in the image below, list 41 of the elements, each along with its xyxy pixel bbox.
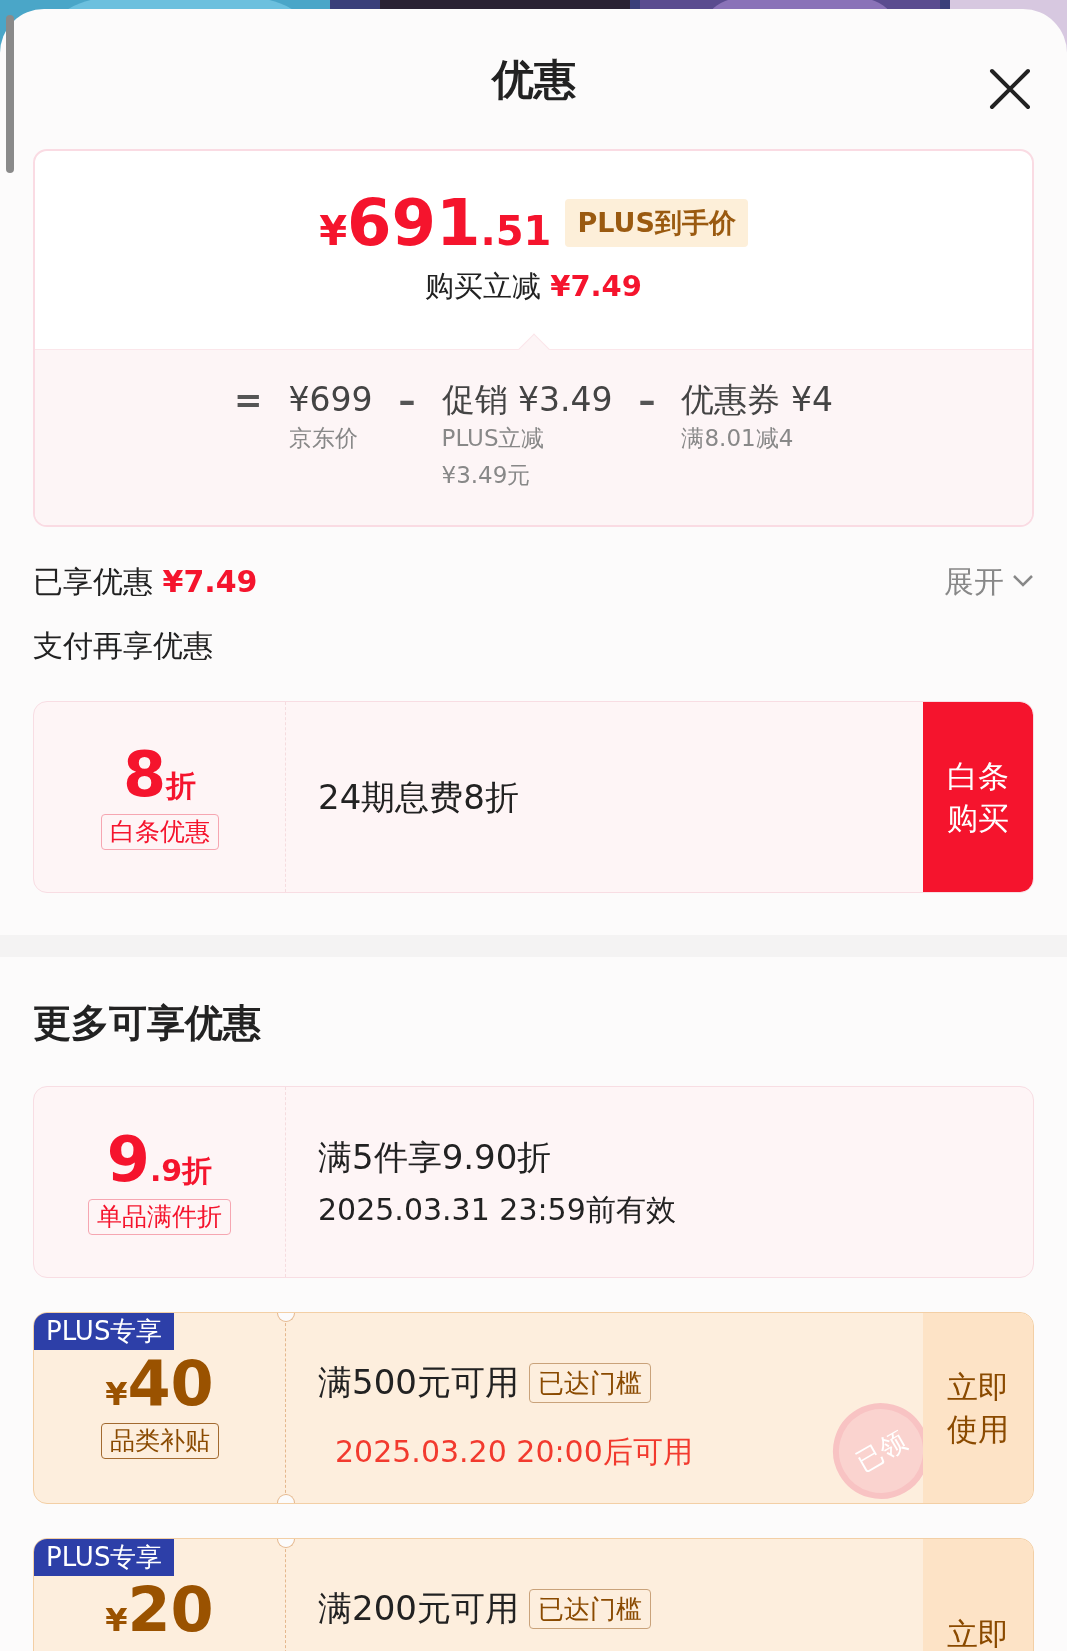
offer-tag: 单品满件折 <box>88 1199 231 1235</box>
offer-value: 9.9折 <box>106 1129 213 1191</box>
offer-action-button[interactable]: 白条 购买 <box>923 702 1033 892</box>
breakdown-amount: ¥699 <box>288 380 373 420</box>
section-title: 更多可享优惠 <box>33 1000 262 1047</box>
threshold-tag: 已达门槛 <box>528 1588 651 1629</box>
offer-value: ¥20 <box>105 1579 214 1641</box>
sheet-title: 优惠 <box>491 53 576 106</box>
offer-tag: 品类补贴 <box>100 1423 219 1459</box>
breakdown-note: 满8.01减4 <box>681 424 795 453</box>
offer-title: 满500元可用 <box>318 1361 519 1404</box>
offer-title: 满5件享9.90折 <box>318 1136 553 1179</box>
ticket-notch <box>277 1539 295 1548</box>
offer-value: 8折 <box>122 744 197 806</box>
validity-text: 2025.03.20 20:00后可用 <box>334 1433 694 1471</box>
chevron-icon <box>1012 574 1034 588</box>
ticket-notch <box>277 1494 295 1503</box>
breakdown-note: 京东价 <box>288 424 359 453</box>
final-price: ¥691.51 <box>319 191 552 255</box>
breakdown-amount: 促销 ¥3.49 <box>441 380 613 420</box>
operator-sign: = <box>234 380 263 422</box>
operator-sign: – <box>398 380 416 422</box>
threshold-tag: 已达门槛 <box>528 1362 651 1403</box>
ticket-notch <box>277 1313 295 1322</box>
breakdown-amount: 优惠券 ¥4 <box>681 380 833 420</box>
saving-text: 购买立减 ¥7.49 <box>425 268 642 305</box>
offer-title: 24期息费8折 <box>318 775 520 819</box>
breakdown-note: PLUS立减 ¥3.49元 <box>441 424 546 490</box>
plus-badge: PLUS专享 <box>34 1539 175 1576</box>
offer-value: ¥40 <box>105 1353 214 1415</box>
operator-sign: – <box>638 380 656 422</box>
offer-action-button[interactable]: 立即 <box>923 1539 1033 1651</box>
offer-title: 满200元可用 <box>318 1587 519 1630</box>
offer-tag: 白条优惠 <box>100 814 219 850</box>
plus-badge: PLUS专享 <box>34 1313 175 1350</box>
expand-toggle[interactable]: 展开 <box>944 558 1034 604</box>
enjoyed-discount: 已享优惠 ¥7.49 <box>33 562 258 601</box>
offer-action-button[interactable]: 立即 使用 <box>923 1313 1033 1503</box>
validity-text: 2025.03.31 23:59前有效 <box>318 1191 676 1229</box>
section-title: 支付再享优惠 <box>33 627 214 665</box>
price-tag: PLUS到手价 <box>565 198 748 248</box>
